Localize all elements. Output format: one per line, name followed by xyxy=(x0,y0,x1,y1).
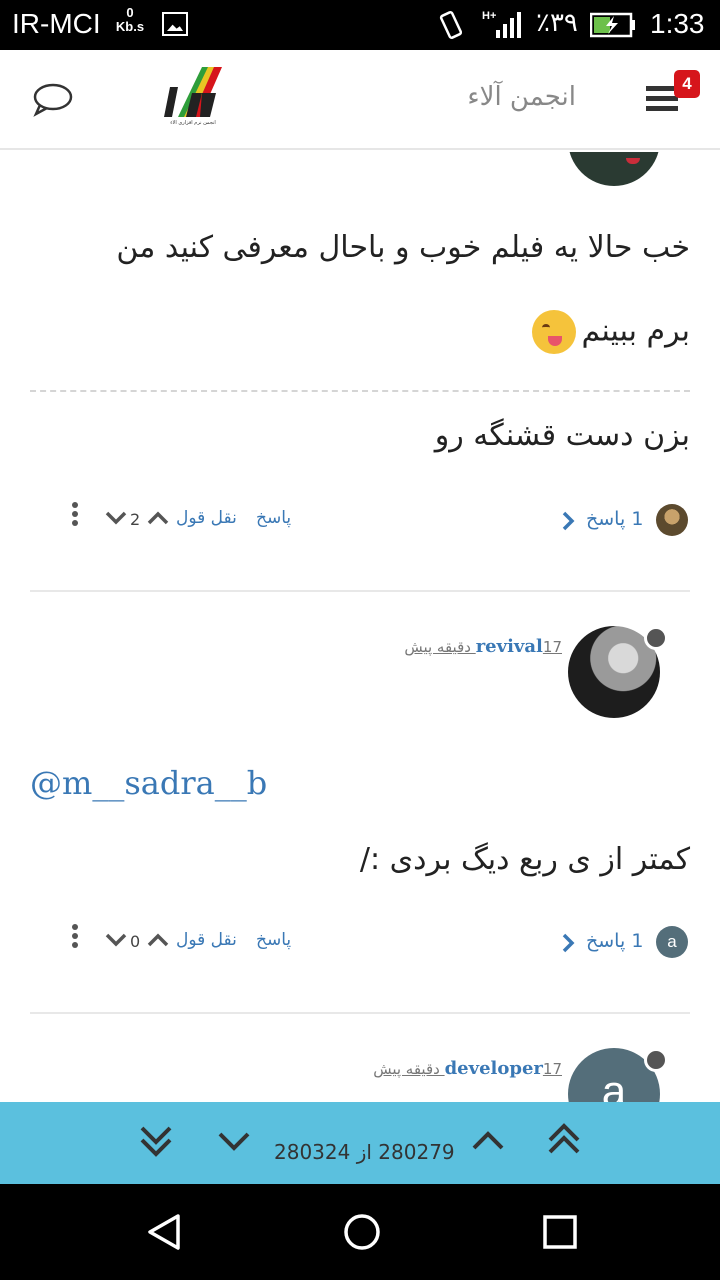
battery-icon xyxy=(590,12,635,38)
post-navigator: 280279 از 280324 xyxy=(0,1102,720,1184)
post-divider xyxy=(30,590,690,592)
logo-caption: انجمن نرم افزاری آلاء xyxy=(170,120,216,126)
post-actions: 2 نقل قول پاسخ 1 پاسخ xyxy=(30,502,690,542)
recent-apps-icon[interactable] xyxy=(542,1212,578,1252)
chevron-right-icon xyxy=(562,933,575,953)
system-navigation-bar xyxy=(0,1184,720,1280)
author-name[interactable]: developer xyxy=(445,1058,543,1079)
vibrate-icon xyxy=(439,10,463,40)
post-divider xyxy=(30,1012,690,1014)
vote-count: 0 xyxy=(130,932,141,951)
topic-posts: خب حالا یه فیلم خوب و باحال معرفی کنید م… xyxy=(0,152,720,1102)
signal-icon: H+ xyxy=(482,10,521,38)
clock: 1:33 xyxy=(650,8,705,39)
quote-button[interactable]: نقل قول xyxy=(176,508,237,528)
upvote-icon[interactable] xyxy=(146,510,170,526)
replies-count: 1 پاسخ xyxy=(586,508,644,530)
home-icon[interactable] xyxy=(342,1212,382,1252)
post-body-line: خب حالا یه فیلم خوب و باحال معرفی کنید م… xyxy=(116,230,690,265)
image-notification-icon xyxy=(162,12,188,36)
previous-post-icon[interactable] xyxy=(468,1120,508,1160)
post-actions: 0 نقل قول پاسخ 1 پاسخ a xyxy=(30,924,690,964)
app-header: انجمن نرم افزاری آلاء انجمن آلاء 4 xyxy=(0,50,720,150)
post-body-text: برم ببینم xyxy=(581,313,691,349)
user-avatar[interactable] xyxy=(568,152,660,186)
reply-button[interactable]: پاسخ xyxy=(256,508,291,528)
post-signature: بزن دست قشنگه رو xyxy=(434,418,690,453)
battery-percent: ٪۳۹ xyxy=(536,8,578,38)
offline-status-icon xyxy=(644,626,668,650)
post-body: کمتر از ی ربع دیگ بردی :/ xyxy=(359,842,690,877)
signature-divider xyxy=(30,390,690,392)
forum-title[interactable]: انجمن آلاء xyxy=(440,82,576,112)
vote-count: 2 xyxy=(130,510,141,529)
reply-button[interactable]: پاسخ xyxy=(256,930,291,950)
more-options-icon[interactable] xyxy=(72,924,80,954)
downvote-icon[interactable] xyxy=(104,932,128,948)
notification-badge: 4 xyxy=(674,70,700,98)
jump-to-last-icon[interactable] xyxy=(136,1120,176,1160)
more-options-icon[interactable] xyxy=(72,502,80,532)
post-meta: developer17 دقیقه پیش xyxy=(373,1058,568,1079)
chevron-right-icon xyxy=(562,511,575,531)
quote-button[interactable]: نقل قول xyxy=(176,930,237,950)
post-body-line: برم ببینم xyxy=(30,310,690,354)
reply-user-avatar xyxy=(656,504,688,536)
yum-emoji-icon xyxy=(531,310,576,354)
network-speed: 0 Kb.s xyxy=(115,5,145,34)
user-mention-link[interactable]: @m__sadra__b xyxy=(30,764,267,802)
reply-user-avatar: a xyxy=(656,926,688,958)
back-icon[interactable] xyxy=(144,1212,184,1252)
carrier-name: IR-MCI xyxy=(12,8,101,39)
status-bar: IR-MCI 0 Kb.s H+ ٪۳۹ 1:33 xyxy=(0,0,720,50)
next-post-icon[interactable] xyxy=(214,1120,254,1160)
offline-status-icon xyxy=(644,1048,668,1072)
author-name[interactable]: revival xyxy=(476,636,543,657)
post-index[interactable]: 280279 از 280324 xyxy=(274,1140,455,1164)
upvote-icon[interactable] xyxy=(146,932,170,948)
svg-text:H+: H+ xyxy=(482,10,496,22)
post-meta: revival17 دقیقه پیش xyxy=(404,636,568,657)
replies-count: 1 پاسخ xyxy=(586,930,644,952)
downvote-icon[interactable] xyxy=(104,510,128,526)
chat-bubble-icon[interactable] xyxy=(32,83,74,117)
jump-to-first-icon[interactable] xyxy=(544,1120,584,1160)
